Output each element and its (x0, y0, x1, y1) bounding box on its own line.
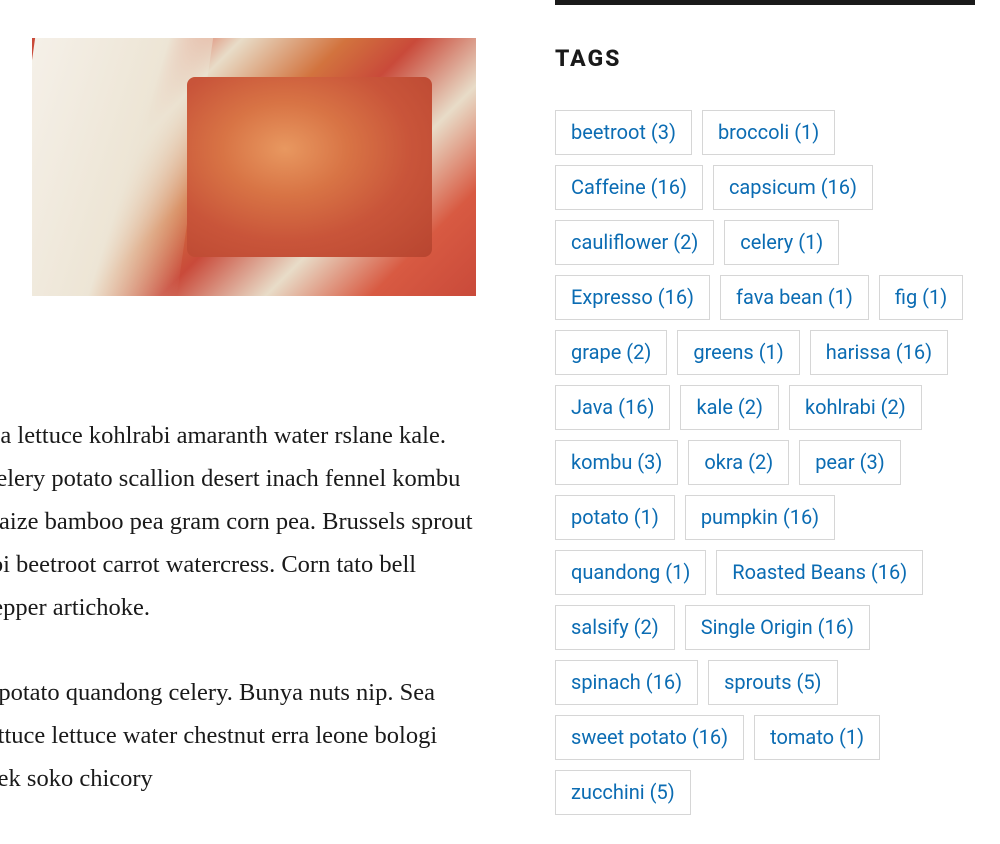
tag-cloud: beetroot (3)broccoli (1) Caffeine (16)cap… (555, 110, 975, 815)
hero-image (32, 38, 476, 296)
tag-link[interactable]: capsicum (16) (713, 165, 873, 210)
tag-link[interactable]: zucchini (5) (555, 770, 691, 815)
tag-link[interactable]: okra (2) (688, 440, 789, 485)
tag-link[interactable]: harissa (16) (810, 330, 948, 375)
tags-heading: TAGS (555, 45, 980, 72)
tag-link[interactable]: Single Origin (16) (685, 605, 870, 650)
tag-link[interactable]: pumpkin (16) (685, 495, 835, 540)
tag-link[interactable]: tomato (1) (754, 715, 880, 760)
article-body: sea lettuce kohlrabi amaranth water rsla… (0, 415, 480, 844)
tag-link[interactable]: fig (1) (879, 275, 963, 320)
article-paragraph: n potato quandong celery. Bunya nuts nip… (0, 672, 480, 801)
tag-link[interactable]: pear (3) (799, 440, 901, 485)
tag-link[interactable]: salsify (2) (555, 605, 675, 650)
tag-link[interactable]: greens (1) (677, 330, 799, 375)
tag-link[interactable]: sweet potato (16) (555, 715, 744, 760)
main-content: sea lettuce kohlrabi amaranth water rsla… (0, 0, 490, 296)
tag-link[interactable]: celery (1) (724, 220, 839, 265)
tag-link[interactable]: kale (2) (680, 385, 779, 430)
tag-link[interactable]: broccoli (1) (702, 110, 835, 155)
tag-link[interactable]: kohlrabi (2) (789, 385, 922, 430)
tag-link[interactable]: quandong (1) (555, 550, 706, 595)
tag-link[interactable]: cauliflower (2) (555, 220, 714, 265)
sidebar: TAGS beetroot (3)broccoli (1) Caffeine (1… (555, 0, 980, 815)
tag-link[interactable]: fava bean (1) (720, 275, 869, 320)
tag-link[interactable]: beetroot (3) (555, 110, 692, 155)
tag-link[interactable]: spinach (16) (555, 660, 698, 705)
tag-link[interactable]: grape (2) (555, 330, 667, 375)
tag-link[interactable]: Java (16) (555, 385, 670, 430)
tag-link[interactable]: potato (1) (555, 495, 675, 540)
tag-link[interactable]: sprouts (5) (708, 660, 837, 705)
tag-link[interactable]: kombu (3) (555, 440, 678, 485)
tag-link[interactable]: Caffeine (16) (555, 165, 703, 210)
tag-link[interactable]: Roasted Beans (16) (716, 550, 923, 595)
tag-link[interactable]: Expresso (16) (555, 275, 710, 320)
sidebar-divider (555, 0, 975, 5)
article-paragraph: sea lettuce kohlrabi amaranth water rsla… (0, 415, 480, 629)
